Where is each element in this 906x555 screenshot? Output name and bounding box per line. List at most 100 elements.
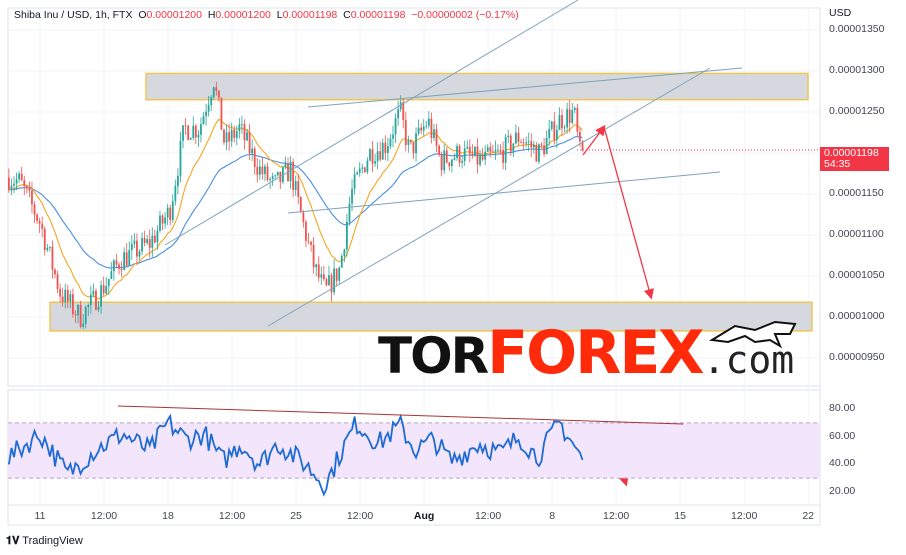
- candle-body: [430, 118, 433, 138]
- candle-body: [497, 149, 499, 151]
- candle-body: [520, 142, 522, 143]
- candle-body: [440, 154, 443, 171]
- candle-body: [48, 246, 51, 248]
- time-tick: 12:00: [474, 510, 502, 522]
- candle-body: [54, 269, 56, 275]
- rsi-tick: 20.00: [829, 484, 856, 497]
- candle-body: [322, 274, 325, 280]
- candle-body: [351, 188, 353, 204]
- candle-body: [456, 146, 458, 158]
- candle-body: [348, 203, 351, 222]
- candle-body: [353, 174, 356, 189]
- candle-body: [548, 128, 551, 139]
- candle-body: [292, 161, 295, 191]
- candle-body: [276, 171, 279, 176]
- last-price-tag: 0.00001198 54:35: [820, 147, 889, 171]
- candle-body: [571, 110, 574, 123]
- candle-body: [284, 163, 287, 168]
- candle-body: [299, 197, 302, 213]
- candle-body: [305, 221, 307, 241]
- candle-body: [394, 118, 397, 135]
- candle-body: [123, 252, 126, 270]
- candle-body: [202, 116, 205, 125]
- candle-body: [517, 132, 520, 143]
- time-tick: Aug: [413, 510, 435, 522]
- candle-body: [105, 285, 108, 294]
- time-tick: 12:00: [602, 510, 630, 522]
- price-tick: 0.00001000: [829, 310, 885, 322]
- logo-forex: FOREX: [487, 318, 704, 388]
- time-tick: 12:00: [731, 510, 758, 522]
- candle-body: [56, 274, 59, 289]
- time-tick: 25: [290, 510, 302, 522]
- candle-body: [184, 125, 187, 127]
- time-tick: 18: [162, 510, 174, 522]
- candle-body: [494, 150, 497, 152]
- candle-body: [151, 235, 154, 248]
- candle-body: [161, 215, 164, 224]
- candle-body: [238, 124, 241, 132]
- candle-body: [69, 294, 72, 302]
- candle-body: [412, 142, 415, 154]
- tradingview-logo-icon: 𝟏𝐕: [6, 535, 20, 547]
- candle-body: [527, 141, 530, 143]
- candle-body: [110, 271, 113, 279]
- candle-body: [468, 146, 471, 154]
- candle-body: [233, 129, 236, 138]
- candle-body: [512, 143, 515, 152]
- candle-body: [51, 246, 54, 270]
- candle-body: [435, 129, 438, 146]
- candle-body: [417, 127, 420, 134]
- candle-body: [36, 214, 38, 221]
- candle-body: [133, 240, 136, 244]
- candle-body: [84, 307, 87, 324]
- candle-body: [463, 148, 466, 161]
- candle-body: [530, 141, 533, 148]
- candle-body: [374, 161, 376, 164]
- candle-body: [92, 290, 95, 295]
- candle-body: [246, 132, 248, 141]
- candle-body: [289, 161, 292, 182]
- candle-body: [148, 239, 151, 248]
- time-tick: 15: [674, 510, 686, 522]
- time-tick: 12:00: [218, 510, 246, 522]
- ohlc-legend: Shiba Inu / USD, 1h, FTX O0.00001200 H0.…: [14, 9, 519, 21]
- candle-body: [97, 306, 100, 310]
- candle-body: [576, 107, 579, 132]
- candle-body: [130, 243, 133, 251]
- candle-body: [217, 90, 220, 98]
- price-tick: 0.00001150: [829, 187, 884, 199]
- candle-body: [392, 134, 394, 139]
- candle-body: [153, 235, 156, 243]
- candle-body: [507, 135, 510, 138]
- close-value: 0.00001198: [350, 9, 406, 21]
- symbol-label: Shiba Inu / USD, 1h, FTX: [14, 9, 133, 21]
- candle-body: [79, 305, 82, 327]
- candle-body: [225, 132, 228, 143]
- rsi-tick: 80.00: [829, 402, 856, 414]
- chart-canvas[interactable]: [0, 0, 906, 555]
- candle-body: [143, 237, 146, 244]
- candle-body: [15, 179, 18, 184]
- open-value: 0.00001200: [146, 9, 202, 21]
- candle-body: [509, 135, 512, 152]
- candle-body: [74, 314, 77, 316]
- torforex-logo: TOR FOREX .com: [378, 318, 794, 384]
- candle-body: [410, 140, 412, 143]
- tradingview-brand[interactable]: 𝟏𝐕 TradingView: [6, 535, 83, 548]
- candle-body: [235, 131, 238, 138]
- candle-body: [525, 142, 528, 144]
- candle-body: [194, 125, 197, 138]
- logo-tor: TOR: [378, 327, 489, 385]
- candle-body: [466, 146, 469, 149]
- candle-body: [484, 151, 487, 160]
- candle-body: [310, 241, 312, 245]
- candle-body: [159, 215, 161, 231]
- candle-body: [171, 201, 174, 221]
- candle-body: [220, 97, 223, 130]
- candle-body: [427, 118, 430, 126]
- candle-body: [43, 228, 46, 251]
- candle-body: [72, 294, 74, 315]
- candle-body: [445, 150, 448, 163]
- candle-body: [489, 147, 492, 152]
